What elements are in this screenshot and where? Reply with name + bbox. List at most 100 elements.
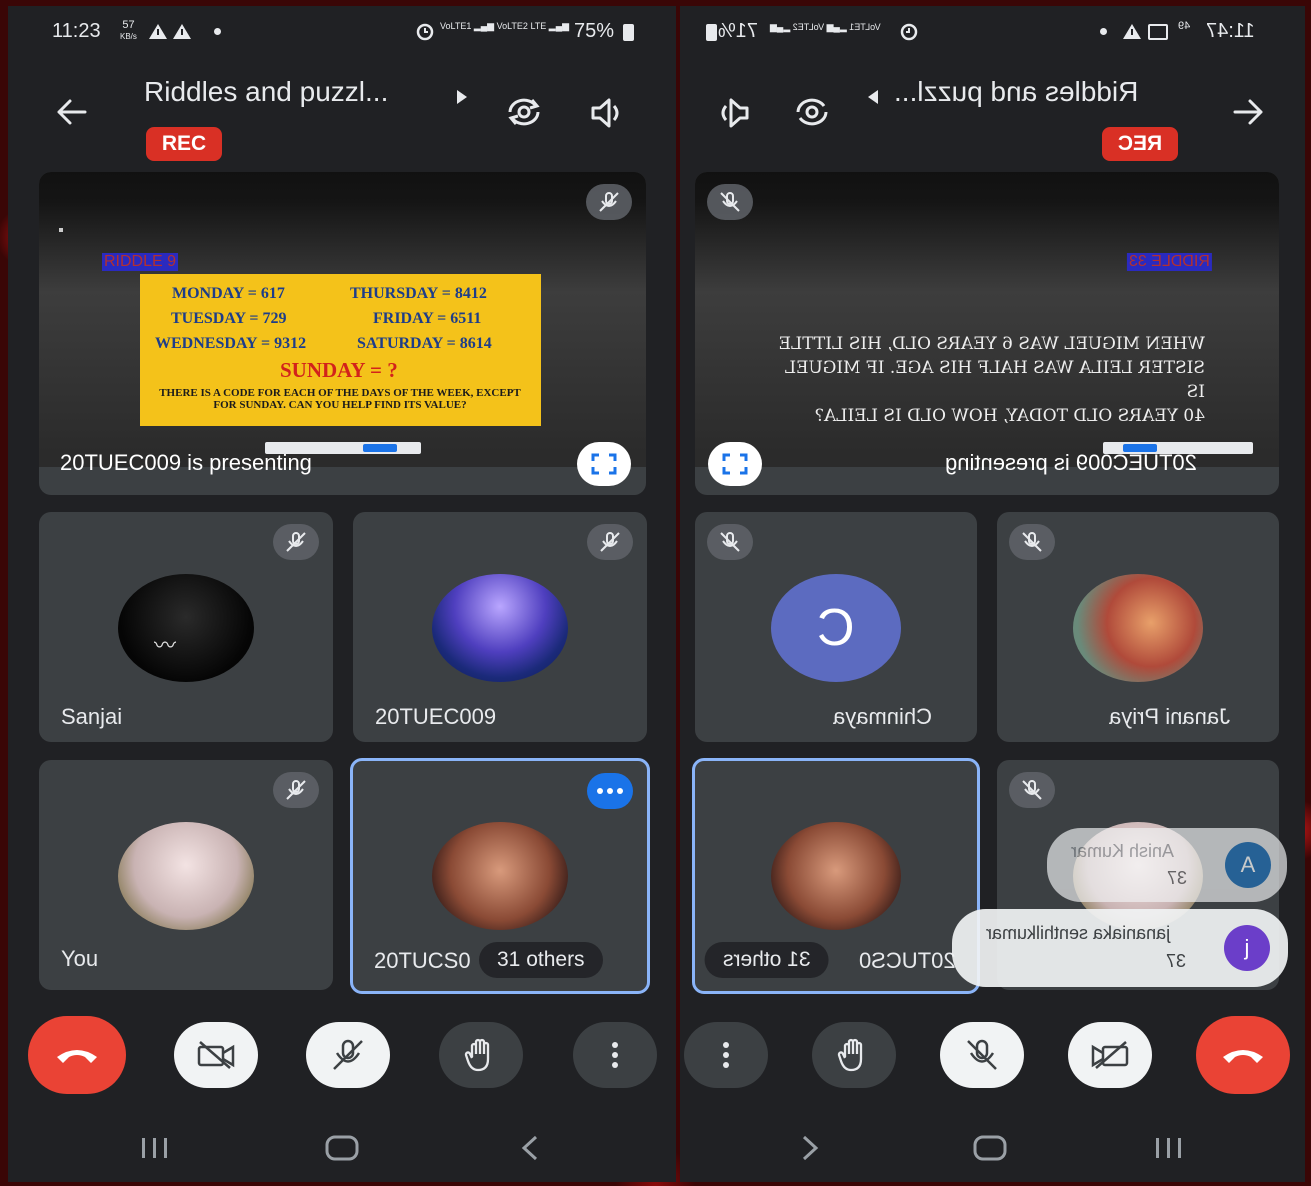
title-chevron-icon[interactable]	[866, 88, 880, 106]
puzzle-saturday: SATURDAY = 8614	[357, 335, 492, 352]
presenting-label: 20TUEC009 is presenting	[60, 450, 312, 475]
back-nav-icon[interactable]	[798, 1134, 822, 1162]
recording-badge: REC	[146, 127, 222, 161]
more-options-button[interactable]	[684, 1022, 768, 1088]
raise-hand-button[interactable]	[812, 1022, 896, 1088]
presentation-stage[interactable]: RIDDLE 33 WHEN MIGUEL WAS 6 YEARS OLD, H…	[695, 172, 1279, 495]
others-count[interactable]: 31 others	[479, 942, 603, 978]
mic-off-icon	[599, 192, 619, 212]
mic-off-icon	[1022, 780, 1042, 800]
alarm-icon	[900, 23, 918, 41]
end-call-button[interactable]	[1196, 1016, 1290, 1094]
back-nav-icon[interactable]	[518, 1134, 542, 1162]
battery-icon	[706, 24, 717, 41]
avatar	[118, 822, 254, 930]
tile-you[interactable]: You	[39, 760, 333, 990]
tile-chinmaya[interactable]: C Chinmaya	[695, 512, 977, 742]
tile-janani-priya[interactable]: Janani Priya	[997, 512, 1279, 742]
raise-hand-icon	[837, 1038, 863, 1072]
switch-camera-icon[interactable]	[792, 94, 832, 130]
back-arrow-icon[interactable]	[1232, 98, 1264, 126]
tile-20tuec009[interactable]: 20TUEC009	[353, 512, 647, 742]
presenting-label: 20TUEC009 is presenting	[945, 450, 1197, 475]
tile-others[interactable]: 20TUCS0 31 others	[350, 758, 650, 994]
join-toast-janani: j jananiaka senthilkumar 37	[952, 909, 1288, 987]
signal-icons: VoLTE1 ▂▄▆ VoLTE2 LTE ▂▄▆	[440, 21, 570, 31]
home-icon[interactable]	[324, 1134, 360, 1162]
riddle-line: SISTER LEILA WAS HALF HIS AGE. IF MIGUEL…	[784, 358, 1205, 402]
tile-others[interactable]: 20TUCS0 31 others	[692, 758, 980, 994]
meeting-title[interactable]: Riddles and puzzl...	[144, 76, 388, 108]
raise-hand-button[interactable]	[439, 1022, 523, 1088]
puzzle-sunday: SUNDAY = ?	[280, 358, 398, 382]
avatar	[771, 822, 901, 930]
participant-name: 20TUCS0	[374, 948, 471, 973]
phone-left: 11:23 57 KB/s VoLTE1 ▂▄▆ VoLTE2 LTE ▂▄▆ …	[8, 6, 676, 1182]
tile-sanjai[interactable]: 〰 Sanjai	[39, 512, 333, 742]
puzzle-wednesday: WEDNESDAY = 9312	[155, 335, 307, 352]
warning-icons	[149, 24, 191, 39]
more-vert-icon	[723, 1042, 729, 1068]
puzzle-description: THERE IS A CODE FOR EACH OF THE DAYS OF …	[159, 387, 521, 411]
switch-camera-icon[interactable]	[504, 94, 544, 130]
riddle-text: WHEN MIGUEL WAS 6 YEARS OLD, HIS LITTLE …	[765, 332, 1205, 428]
toast-count: 37	[1167, 868, 1188, 888]
battery-level: 71%	[718, 20, 759, 42]
more-options-badge[interactable]	[587, 773, 633, 809]
participant-name: Chinmaya	[833, 704, 933, 729]
back-arrow-icon[interactable]	[56, 98, 88, 126]
status-time: 11:23	[52, 20, 101, 42]
fullscreen-button[interactable]	[577, 442, 631, 486]
speed-value: 57	[122, 19, 135, 31]
speaker-icon[interactable]	[714, 96, 750, 130]
status-time: 11:47	[1206, 20, 1255, 42]
speaker-icon[interactable]	[590, 96, 626, 130]
meeting-title[interactable]: Riddles and puzzl...	[894, 76, 1138, 108]
recording-badge: REC	[1102, 127, 1178, 161]
network-speed: 57 KB/s	[120, 20, 137, 42]
avatar-initial: C	[817, 599, 855, 657]
toast-count: 37	[1166, 951, 1187, 971]
riddle-label: RIDDLE 33	[1127, 253, 1212, 271]
more-options-button[interactable]	[573, 1022, 657, 1088]
avatar	[432, 574, 568, 682]
mic-off-icon	[286, 780, 306, 800]
camera-off-button[interactable]	[174, 1022, 258, 1088]
more-vert-icon	[612, 1042, 618, 1068]
home-icon[interactable]	[972, 1134, 1008, 1162]
end-call-button[interactable]	[28, 1016, 126, 1094]
notification-dot-icon	[214, 28, 221, 35]
fullscreen-button[interactable]	[708, 442, 762, 486]
alarm-icon	[416, 23, 434, 41]
riddle-label: RIDDLE 9	[102, 253, 179, 271]
battery-level: 75%	[574, 20, 615, 42]
mic-off-icon	[720, 192, 740, 212]
camera-off-button[interactable]	[1068, 1022, 1152, 1088]
mic-off-button[interactable]	[306, 1022, 390, 1088]
stop-sharing-chip	[363, 444, 397, 452]
avatar: C	[771, 574, 901, 682]
avatar	[432, 822, 568, 930]
mic-off-badge	[1009, 524, 1055, 560]
mic-off-badge	[273, 772, 319, 808]
mic-off-badge	[1009, 772, 1055, 808]
others-count[interactable]: 31 others	[705, 942, 829, 978]
riddle-line: 40 YEARS OLD TODAY, HOW OLD IS LEILA?	[814, 406, 1205, 426]
mic-off-button[interactable]	[940, 1022, 1024, 1088]
toast-avatar: A	[1225, 842, 1271, 888]
participant-name: Janani Priya	[1109, 704, 1231, 729]
recent-apps-icon[interactable]	[1154, 1136, 1184, 1160]
avatar: 〰	[118, 574, 254, 682]
recent-apps-icon[interactable]	[140, 1136, 170, 1160]
camera-off-icon	[1091, 1041, 1129, 1069]
title-chevron-icon[interactable]	[455, 88, 469, 106]
avatar	[1073, 574, 1203, 682]
raise-hand-icon	[464, 1038, 490, 1072]
presentation-stage[interactable]: RIDDLE 9 MONDAY = 617 THURSDAY = 8412 TU…	[39, 172, 646, 495]
fullscreen-icon	[722, 453, 748, 475]
phone-right-mirrored: 11:47 49 VoLTE1 ▂▄▆ VoLTE2 ▂▄▆ 71% Riddl…	[680, 6, 1305, 1182]
slide-bullet	[59, 228, 63, 232]
mic-off-icon	[286, 532, 306, 552]
mic-off-icon	[1022, 532, 1042, 552]
network-label: LTE	[530, 21, 547, 31]
